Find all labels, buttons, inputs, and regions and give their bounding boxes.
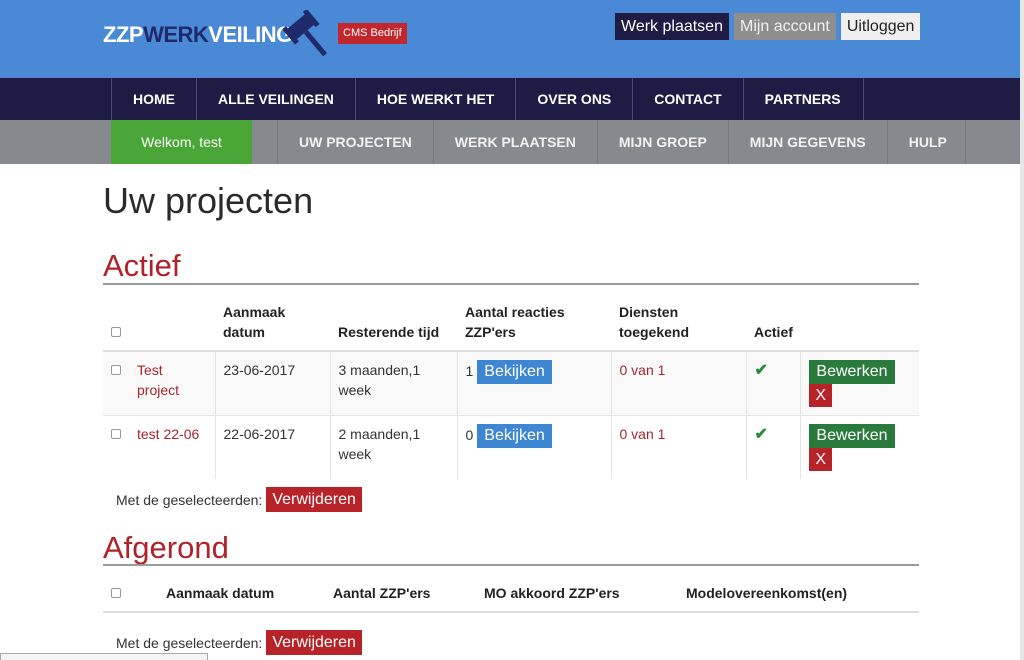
check-icon: ✔ <box>754 362 768 379</box>
row-checkbox[interactable] <box>111 365 121 375</box>
edit-button[interactable]: Bewerken <box>809 424 895 448</box>
scrollbar[interactable] <box>1020 0 1024 660</box>
active-projects-table: Aanmaak datum Resterende tijd Aantal reac… <box>103 298 919 479</box>
col-aanmaak-datum: Aanmaak datum <box>223 304 286 340</box>
col-aantal-reacties: Aantal reacties ZZP'ers <box>465 304 565 340</box>
delete-button[interactable]: X <box>809 448 833 471</box>
bulk-label: Met de geselecteerden: <box>116 634 263 651</box>
table-row: test 22-06 22-06-2017 2 maanden,1 week 0… <box>103 415 919 479</box>
nav-contact[interactable]: CONTACT <box>633 78 744 120</box>
delete-button[interactable]: X <box>809 384 833 407</box>
uitloggen-link[interactable]: Uitloggen <box>840 13 921 40</box>
services-assigned: 0 van 1 <box>619 426 666 442</box>
view-reactions-button[interactable]: Bekijken <box>477 360 552 384</box>
bulk-label: Met de geselecteerden: <box>116 491 263 508</box>
services-assigned: 0 van 1 <box>619 362 666 378</box>
sub-nav: Welkom, test UW PROJECTEN WERK PLAATSEN … <box>0 120 1024 164</box>
logo-text-veiling: VEILING <box>208 22 293 47</box>
section-divider <box>103 283 919 285</box>
bulk-actions-afgerond: Met de geselecteerden: Verwijderen <box>116 630 362 655</box>
reaction-count: 0 <box>465 427 474 443</box>
col-actions <box>801 298 919 351</box>
project-name-link[interactable]: Test project <box>137 362 179 398</box>
subnav-werk-plaatsen[interactable]: WERK PLAATSEN <box>434 120 598 164</box>
col-actief: Actief <box>754 324 793 340</box>
col-aantal-zzpers: Aantal ZZP'ers <box>333 585 431 601</box>
page-title: Uw projecten <box>103 180 314 221</box>
table-row: Test project 23-06-2017 3 maanden,1 week… <box>103 351 919 416</box>
nav-partners[interactable]: PARTNERS <box>744 78 864 120</box>
project-remaining: 3 maanden,1 week <box>330 351 458 416</box>
view-reactions-button[interactable]: Bekijken <box>477 424 552 448</box>
project-date: 23-06-2017 <box>215 351 331 416</box>
logo-text-werk: WERK <box>143 22 209 47</box>
mijn-account-link[interactable]: Mijn account <box>733 13 836 40</box>
subnav-hulp[interactable]: HULP <box>888 120 966 164</box>
select-all-checkbox[interactable] <box>111 327 121 337</box>
subnav-spacer <box>252 120 278 164</box>
top-links: Werk plaatsen Mijn account Uitloggen <box>615 13 921 40</box>
project-remaining: 2 maanden,1 week <box>330 415 458 479</box>
section-title-actief: Actief <box>103 248 181 283</box>
reaction-count: 1 <box>465 363 474 379</box>
completed-projects-table: Aanmaak datum Aantal ZZP'ers MO akkoord … <box>103 577 919 613</box>
logo-text-zzp: ZZP <box>103 22 144 47</box>
nav-over-ons[interactable]: OVER ONS <box>516 78 634 120</box>
project-date: 22-06-2017 <box>215 415 331 479</box>
section-divider <box>103 564 919 566</box>
row-checkbox[interactable] <box>111 429 121 439</box>
cms-badge: CMS Bedrijf <box>338 23 407 44</box>
nav-home[interactable]: HOME <box>112 78 197 120</box>
nav-hoe-werkt-het[interactable]: HOE WERKT HET <box>356 78 517 120</box>
col-resterende-tijd: Resterende tijd <box>338 324 440 340</box>
project-name-link[interactable]: test 22-06 <box>137 426 199 442</box>
col-aanmaak-datum: Aanmaak datum <box>166 585 275 601</box>
welcome-label: Welkom, test <box>111 120 252 164</box>
check-icon: ✔ <box>754 426 768 443</box>
table-header-row: Aanmaak datum Aantal ZZP'ers MO akkoord … <box>103 577 919 612</box>
edit-button[interactable]: Bewerken <box>809 360 895 384</box>
site-logo[interactable]: ZZPWERKVEILING <box>103 22 293 48</box>
nav-alle-veilingen[interactable]: ALLE VEILINGEN <box>197 78 356 120</box>
table-header-row: Aanmaak datum Resterende tijd Aantal reac… <box>103 298 919 351</box>
browser-status-bar <box>0 653 208 660</box>
col-name <box>129 298 215 351</box>
site-header: ZZPWERKVEILING CMS Bedrijf Werk plaatsen… <box>0 0 1024 77</box>
main-nav: HOME ALLE VEILINGEN HOE WERKT HET OVER O… <box>0 77 1024 120</box>
subnav-mijn-gegevens[interactable]: MIJN GEGEVENS <box>729 120 888 164</box>
col-mo-akkoord: MO akkoord ZZP'ers <box>484 585 620 601</box>
gavel-icon <box>282 10 327 57</box>
subnav-uw-projecten[interactable]: UW PROJECTEN <box>278 120 434 164</box>
select-all-checkbox[interactable] <box>111 588 121 598</box>
bulk-actions-actief: Met de geselecteerden: Verwijderen <box>116 487 362 512</box>
bulk-delete-button[interactable]: Verwijderen <box>266 630 362 655</box>
section-title-afgerond: Afgerond <box>103 530 229 565</box>
col-modelovereenkomst: Modelovereenkomst(en) <box>686 585 848 601</box>
werk-plaatsen-link[interactable]: Werk plaatsen <box>615 13 729 40</box>
subnav-mijn-groep[interactable]: MIJN GROEP <box>598 120 729 164</box>
col-diensten-toegekend: Diensten toegekend <box>619 304 690 340</box>
bulk-delete-button[interactable]: Verwijderen <box>266 487 362 512</box>
